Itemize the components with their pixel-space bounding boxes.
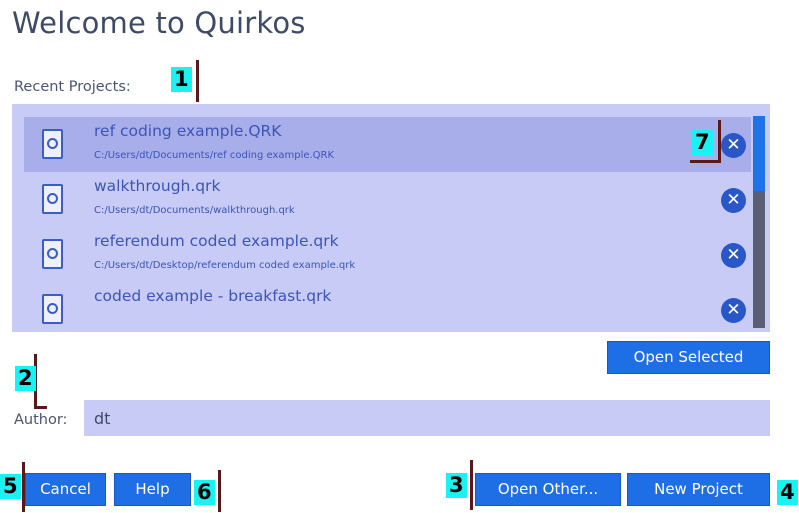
project-item[interactable]: coded example - breakfast.qrk ✕ <box>24 282 751 332</box>
recent-projects-list[interactable]: ref coding example.QRK C:/Users/dt/Docum… <box>12 104 770 332</box>
project-name: coded example - breakfast.qrk <box>94 287 332 305</box>
callout-1: 1 <box>171 67 192 92</box>
callout-frame-1 <box>196 60 199 102</box>
help-button[interactable]: Help <box>114 473 191 506</box>
scrollbar-thumb[interactable] <box>753 116 765 191</box>
file-icon <box>42 129 63 159</box>
project-item[interactable]: walkthrough.qrk C:/Users/dt/Documents/wa… <box>24 172 751 227</box>
callout-3: 3 <box>446 473 467 498</box>
callout-5: 5 <box>0 474 21 499</box>
open-other-button[interactable]: Open Other... <box>475 473 621 506</box>
callout-4: 4 <box>777 480 798 505</box>
author-label: Author: <box>14 412 68 428</box>
cancel-button[interactable]: Cancel <box>25 473 106 506</box>
project-path: C:/Users/dt/Documents/walkthrough.qrk <box>94 205 295 216</box>
callout-7: 7 <box>692 130 713 155</box>
new-project-button[interactable]: New Project <box>627 473 770 506</box>
callout-frame-2 <box>34 354 47 409</box>
project-name: referendum coded example.qrk <box>94 232 339 250</box>
file-icon <box>42 239 63 269</box>
project-name: ref coding example.QRK <box>94 122 282 140</box>
list-scrollbar[interactable] <box>753 116 765 328</box>
project-name: walkthrough.qrk <box>94 177 221 195</box>
author-input[interactable] <box>84 400 770 436</box>
remove-project-button[interactable]: ✕ <box>721 298 746 323</box>
remove-project-button[interactable]: ✕ <box>721 243 746 268</box>
project-item[interactable]: ref coding example.QRK C:/Users/dt/Docum… <box>24 117 751 172</box>
open-selected-button[interactable]: Open Selected <box>607 341 770 374</box>
recent-projects-label: Recent Projects: <box>14 79 131 95</box>
callout-frame-3 <box>470 460 473 510</box>
callout-2: 2 <box>15 366 36 391</box>
file-icon <box>42 294 63 324</box>
remove-project-button[interactable]: ✕ <box>721 188 746 213</box>
dialog-title: Welcome to Quirkos <box>12 6 306 40</box>
remove-project-button[interactable]: ✕ <box>721 133 746 158</box>
file-icon <box>42 184 63 214</box>
callout-6: 6 <box>194 480 215 505</box>
project-item[interactable]: referendum coded example.qrk C:/Users/dt… <box>24 227 751 282</box>
project-path: C:/Users/dt/Desktop/referendum coded exa… <box>94 260 356 271</box>
callout-frame-6 <box>218 470 221 512</box>
project-path: C:/Users/dt/Documents/ref coding example… <box>94 150 335 161</box>
